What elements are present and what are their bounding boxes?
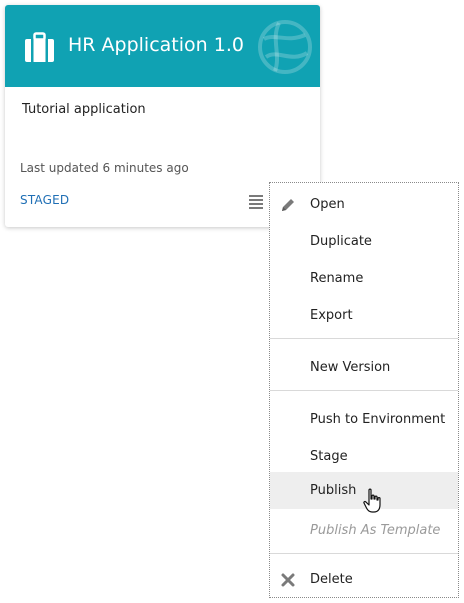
menu-item-label: Rename: [310, 271, 364, 286]
globe-icon: [258, 20, 312, 74]
menu-separator: [270, 553, 458, 554]
briefcase-icon: [25, 32, 54, 62]
card-title: HR Application 1.0: [68, 34, 244, 56]
close-icon: [281, 573, 295, 587]
menu-item-new-version[interactable]: New Version: [270, 349, 458, 386]
menu-item-stage[interactable]: Stage: [270, 438, 458, 475]
menu-item-label: Publish: [310, 483, 357, 498]
menu-lines-icon[interactable]: [249, 195, 263, 209]
menu-item-label: Stage: [310, 449, 348, 464]
menu-item-label: Export: [310, 308, 353, 323]
menu-item-label: New Version: [310, 360, 391, 375]
last-updated-text: Last updated 6 minutes ago: [20, 161, 189, 175]
menu-item-duplicate[interactable]: Duplicate: [270, 223, 458, 260]
menu-separator: [270, 390, 458, 391]
menu-item-push-to-environment[interactable]: Push to Environment: [270, 401, 458, 438]
menu-item-label: Duplicate: [310, 234, 372, 249]
card-description: Tutorial application: [22, 102, 146, 117]
menu-item-label: Publish As Template: [310, 523, 441, 538]
menu-item-open[interactable]: Open: [270, 186, 458, 223]
card-header: HR Application 1.0: [5, 5, 320, 87]
menu-item-delete[interactable]: Delete: [270, 561, 458, 598]
menu-item-publish-as-template: Publish As Template: [270, 512, 458, 549]
menu-item-label: Push to Environment: [310, 412, 446, 427]
menu-item-rename[interactable]: Rename: [270, 260, 458, 297]
pencil-icon: [282, 199, 294, 211]
menu-item-label: Open: [310, 197, 345, 212]
menu-item-export[interactable]: Export: [270, 297, 458, 334]
context-menu: Open Duplicate Rename Export New Version…: [269, 182, 459, 598]
hand-cursor-icon: [363, 488, 381, 513]
menu-item-label: Delete: [310, 572, 353, 587]
status-badge: STAGED: [20, 193, 70, 207]
menu-separator: [270, 338, 458, 339]
